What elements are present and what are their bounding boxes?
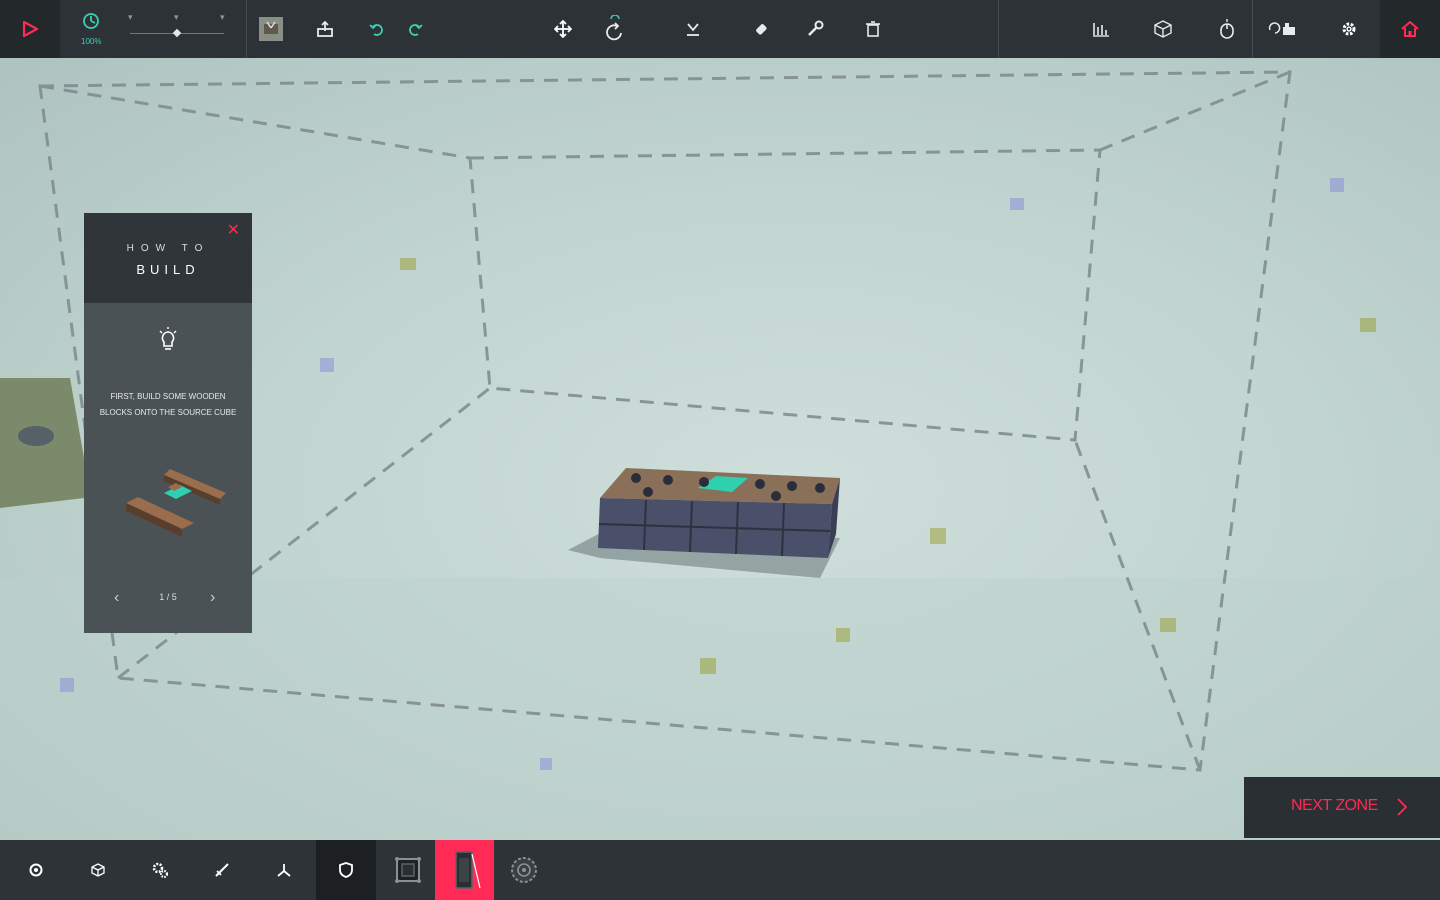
previous-tip-button[interactable]: ‹ — [114, 589, 119, 607]
next-zone-button[interactable]: NEXT ZONE — [1244, 777, 1440, 838]
time-scale-control[interactable]: ▾ ▾ ▾ — [62, 0, 246, 58]
clock-icon — [83, 13, 99, 29]
undo-button[interactable] — [362, 0, 392, 58]
basic-blocks-icon — [29, 863, 43, 877]
block-wheel-button[interactable] — [494, 840, 554, 900]
rotate-tool-button[interactable] — [600, 0, 630, 58]
flight-icon — [277, 864, 291, 877]
category-weapons-button[interactable] — [192, 840, 252, 900]
machine-blocks — [598, 468, 840, 558]
switch-view-button[interactable] — [1262, 0, 1302, 58]
stats-icon — [1093, 23, 1109, 37]
how-to-title-line1: HOW TO — [126, 243, 210, 254]
settings-icon — [1342, 22, 1356, 36]
statistics-button[interactable] — [1086, 0, 1116, 58]
category-blocks-button[interactable] — [68, 840, 128, 900]
next-tip-button[interactable]: › — [210, 589, 215, 607]
play-button[interactable] — [0, 0, 60, 58]
next-zone-label: NEXT ZONE — [1291, 797, 1378, 814]
settings-button[interactable] — [1334, 0, 1364, 58]
load-icon — [317, 20, 333, 37]
category-flight-button[interactable] — [254, 840, 314, 900]
tip-page-indicator: 1 / 5 — [159, 592, 177, 602]
armour-icon — [339, 862, 353, 878]
redo-button[interactable] — [400, 0, 430, 58]
home-icon — [1401, 21, 1419, 37]
blocks-icon — [91, 863, 105, 877]
rotate-icon — [606, 15, 622, 41]
switch-icon — [1268, 22, 1295, 35]
instruction-line-2: BLOCKS ONTO THE SOURCE CUBE — [99, 408, 237, 417]
lightbulb-icon — [159, 327, 177, 350]
category-mechanical-button[interactable] — [130, 840, 190, 900]
drop-icon — [687, 23, 699, 36]
block-category-bar — [0, 840, 1440, 900]
category-armour-button[interactable] — [316, 840, 376, 900]
time-scale-tick: ▾ — [128, 12, 133, 22]
wrench-tool-button[interactable] — [800, 0, 830, 58]
instruction-line-1: FIRST, BUILD SOME WOODEN — [110, 392, 226, 401]
tutorial-illustration — [126, 469, 226, 537]
centre-of-mass-button[interactable] — [1148, 0, 1178, 58]
how-to-instruction: FIRST, BUILD SOME WOODEN BLOCKS ONTO THE… — [94, 389, 242, 421]
chevron-right-icon — [1397, 798, 1408, 816]
block-selected-button[interactable] — [435, 840, 494, 900]
undo-icon — [369, 24, 383, 36]
load-machine-button[interactable] — [310, 0, 340, 58]
mechanical-icon — [152, 862, 168, 878]
machine-icon — [259, 17, 283, 41]
delete-all-button[interactable] — [858, 0, 888, 58]
how-to-build-panel: HOW TO BUILD ✕ FIRST, BUILD SOME WOODEN … — [84, 213, 252, 633]
home-button[interactable] — [1380, 0, 1440, 58]
time-scale-tick: ▾ — [220, 12, 225, 22]
time-scale-value: 100% — [81, 37, 102, 46]
how-to-build-header: HOW TO BUILD ✕ — [84, 213, 252, 303]
frame-block-icon — [395, 857, 421, 883]
category-basic-button[interactable] — [6, 840, 66, 900]
move-icon — [554, 20, 572, 38]
top-toolbar: ▾ ▾ ▾ 100% — [0, 0, 1440, 58]
play-icon — [22, 20, 39, 38]
cube-icon — [1154, 20, 1172, 38]
how-to-title-line2: BUILD — [136, 262, 200, 277]
redo-icon — [409, 24, 423, 36]
mouse-icon — [1220, 19, 1234, 39]
selected-block-icon — [454, 851, 481, 889]
block-frame-button[interactable] — [378, 840, 438, 900]
drop-tool-button[interactable] — [678, 0, 708, 58]
close-icon[interactable]: ✕ — [227, 223, 240, 239]
mouse-orbit-button[interactable] — [1212, 0, 1242, 58]
time-scale-tick: ▾ — [174, 12, 179, 22]
eraser-icon — [756, 24, 767, 35]
weapons-icon — [215, 863, 229, 877]
wheel-icon — [511, 857, 537, 883]
trash-icon — [866, 21, 880, 37]
machine-button[interactable] — [256, 0, 286, 58]
move-tool-button[interactable] — [548, 0, 578, 58]
wrench-icon — [808, 20, 824, 36]
eraser-tool-button[interactable] — [746, 0, 776, 58]
